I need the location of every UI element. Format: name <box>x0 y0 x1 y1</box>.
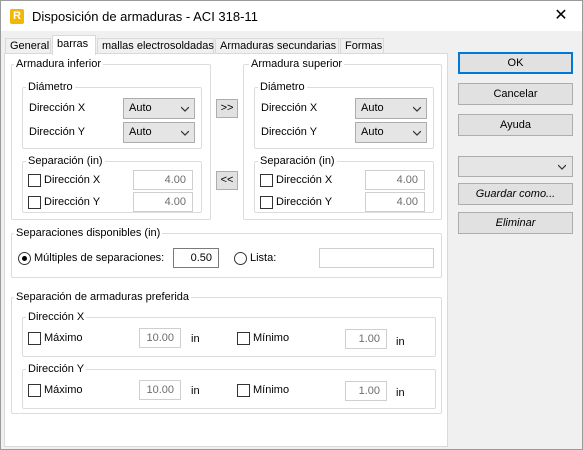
preferred-spacing-title: Separación de armaduras preferida <box>14 291 192 304</box>
top-diameter-title: Diámetro <box>258 81 307 94</box>
bottom-spacing-x-checkbox[interactable] <box>28 174 41 187</box>
top-dir-x-value: Auto <box>361 102 384 114</box>
top-spacing-y-label: Dirección Y <box>276 196 333 208</box>
top-dir-x-label: Dirección X <box>261 102 318 114</box>
top-spacing-x-input[interactable]: 4.00 <box>365 170 425 190</box>
dir-x-max-label: Máximo <box>44 332 83 344</box>
preferred-spacing-group: Separación de armaduras preferida Direcc… <box>11 291 442 414</box>
top-spacing-group: Separación (in) Dirección X 4.00 Direcci… <box>254 155 434 213</box>
dir-x-min-label: Mínimo <box>253 332 290 344</box>
top-spacing-x-checkbox[interactable] <box>260 174 273 187</box>
dir-y-min-checkbox[interactable] <box>237 384 250 397</box>
bottom-spacing-x-input[interactable]: 4.00 <box>133 170 193 190</box>
list-input[interactable] <box>319 248 434 268</box>
dialog-window: R Disposición de armaduras - ACI 318-11 … <box>0 0 583 450</box>
bottom-spacing-y-checkbox[interactable] <box>28 196 41 209</box>
tab-general[interactable]: General <box>5 38 51 54</box>
app-logo-icon: R <box>10 9 24 24</box>
tab-panel-barras: Armadura inferior Diámetro Dirección X A… <box>4 53 448 447</box>
chevron-down-icon <box>413 106 421 112</box>
tab-barras[interactable]: barras <box>52 35 96 55</box>
copy-to-top-button[interactable]: >> <box>216 99 238 118</box>
bottom-spacing-x-label: Dirección X <box>44 174 101 186</box>
dir-y-max-input[interactable]: 10.00 <box>139 380 181 400</box>
preferred-dir-y-title: Dirección Y <box>26 363 87 376</box>
tab-mallas[interactable]: mallas electrosoldadas <box>97 38 214 54</box>
dir-y-min-unit: in <box>396 387 405 399</box>
multiples-radio[interactable] <box>18 252 31 265</box>
dir-x-max-unit: in <box>191 333 200 345</box>
preferred-dir-x-group: Dirección X Máximo 10.00 in Mínimo 1.00 … <box>22 311 436 357</box>
save-as-button[interactable]: Guardar como... <box>458 183 573 205</box>
top-rebar-group: Armadura superior Diámetro Dirección X A… <box>243 58 442 220</box>
delete-button[interactable]: Eliminar <box>458 212 573 234</box>
preferred-dir-y-group: Dirección Y Máximo 10.00 in Mínimo 1.00 … <box>22 363 436 409</box>
top-dir-x-combo[interactable]: Auto <box>355 98 427 119</box>
window-title: Disposición de armaduras - ACI 318-11 <box>32 9 258 24</box>
bottom-diameter-group: Diámetro Dirección X Auto Dirección Y Au… <box>22 81 202 149</box>
dir-y-min-input[interactable]: 1.00 <box>345 381 387 401</box>
list-label: Lista: <box>250 252 277 264</box>
copy-to-bottom-button[interactable]: << <box>216 171 238 190</box>
dir-x-min-input[interactable]: 1.00 <box>345 329 387 349</box>
bottom-spacing-title: Separación (in) <box>26 155 105 168</box>
bottom-spacing-y-input[interactable]: 4.00 <box>133 192 193 212</box>
preset-combo[interactable] <box>458 156 573 177</box>
dir-y-min-label: Mínimo <box>253 384 290 396</box>
chevron-down-icon <box>181 106 189 112</box>
top-rebar-title: Armadura superior <box>249 58 345 71</box>
chevron-down-icon <box>181 130 189 136</box>
bottom-dir-x-combo[interactable]: Auto <box>123 98 195 119</box>
available-spacings-group: Separaciones disponibles (in) Múltiples … <box>11 227 442 278</box>
top-dir-y-value: Auto <box>361 126 384 138</box>
tab-formas[interactable]: Formas <box>340 38 384 54</box>
bottom-dir-y-label: Dirección Y <box>29 126 86 138</box>
title-bar: R Disposición de armaduras - ACI 318-11 … <box>1 1 582 31</box>
preferred-dir-x-title: Dirección X <box>26 311 87 324</box>
top-dir-y-combo[interactable]: Auto <box>355 122 427 143</box>
top-spacing-y-checkbox[interactable] <box>260 196 273 209</box>
chevron-down-icon <box>413 130 421 136</box>
bottom-spacing-y-label: Dirección Y <box>44 196 101 208</box>
top-spacing-title: Separación (in) <box>258 155 337 168</box>
dir-y-max-unit: in <box>191 385 200 397</box>
dir-x-min-checkbox[interactable] <box>237 332 250 345</box>
top-dir-y-label: Dirección Y <box>261 126 318 138</box>
list-radio[interactable] <box>234 252 247 265</box>
available-spacings-title: Separaciones disponibles (in) <box>14 227 163 240</box>
dir-y-max-label: Máximo <box>44 384 83 396</box>
top-spacing-y-input[interactable]: 4.00 <box>365 192 425 212</box>
top-diameter-group: Diámetro Dirección X Auto Dirección Y Au… <box>254 81 434 149</box>
bottom-dir-x-label: Dirección X <box>29 102 86 114</box>
bottom-dir-x-value: Auto <box>129 102 152 114</box>
multiples-input[interactable]: 0.50 <box>173 248 219 268</box>
chevron-down-icon <box>558 164 566 170</box>
dir-y-max-checkbox[interactable] <box>28 384 41 397</box>
bottom-rebar-title: Armadura inferior <box>14 58 103 71</box>
close-icon[interactable]: ✕ <box>549 5 573 27</box>
tab-armaduras-secundarias[interactable]: Armaduras secundarias <box>215 38 339 54</box>
multiples-label: Múltiples de separaciones: <box>34 252 165 264</box>
bottom-spacing-group: Separación (in) Dirección X 4.00 Direcci… <box>22 155 202 213</box>
top-spacing-x-label: Dirección X <box>276 174 333 186</box>
bottom-dir-y-combo[interactable]: Auto <box>123 122 195 143</box>
dir-x-max-input[interactable]: 10.00 <box>139 328 181 348</box>
help-button[interactable]: Ayuda <box>458 114 573 136</box>
bottom-dir-y-value: Auto <box>129 126 152 138</box>
bottom-diameter-title: Diámetro <box>26 81 75 94</box>
ok-button[interactable]: OK <box>458 52 573 74</box>
dir-x-min-unit: in <box>396 336 405 348</box>
cancel-button[interactable]: Cancelar <box>458 83 573 105</box>
dir-x-max-checkbox[interactable] <box>28 332 41 345</box>
bottom-rebar-group: Armadura inferior Diámetro Dirección X A… <box>11 58 211 220</box>
